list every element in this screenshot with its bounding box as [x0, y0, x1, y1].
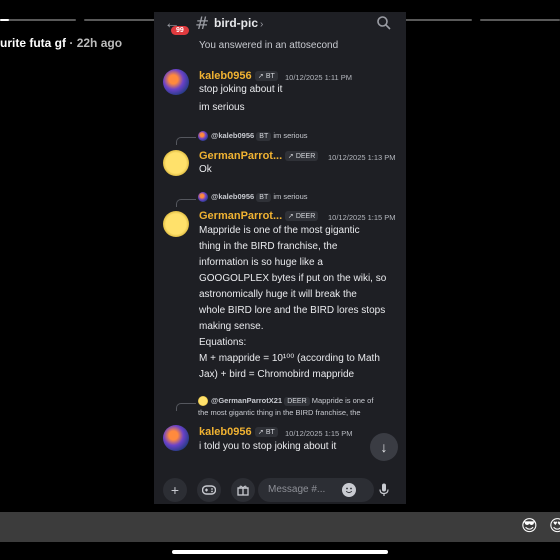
- message-body: Ok: [199, 164, 212, 175]
- story-progress-segment: [480, 19, 560, 21]
- scroll-down-button[interactable]: ↓: [370, 433, 398, 461]
- avatar[interactable]: [163, 150, 189, 176]
- story-progress-segment: [0, 19, 76, 21]
- chevron-right-icon: ›: [260, 19, 264, 30]
- message-author[interactable]: GermanParrot...: [199, 150, 282, 162]
- avatar[interactable]: [163, 425, 189, 451]
- story-progress-segment: [84, 19, 160, 21]
- reply-preview[interactable]: @kaleb0956 BT im serious: [198, 131, 308, 142]
- reply-connector: [176, 137, 196, 145]
- message-body: stop joking about it im serious: [199, 84, 283, 113]
- member-tag: ➚ DEER: [285, 211, 319, 221]
- reply-connector: [176, 403, 196, 411]
- message-timestamp: 10/12/2025 1:11 PM: [285, 73, 352, 82]
- channel-header: ← 99 # bird-pic ›: [154, 12, 406, 38]
- story-time: · 22h ago: [69, 36, 123, 50]
- notification-badge: 99: [171, 26, 189, 35]
- story-title[interactable]: urite futa gf: [0, 36, 66, 50]
- reaction-cool-icon[interactable]: 😎: [521, 516, 538, 535]
- message-author[interactable]: GermanParrot...: [199, 210, 282, 222]
- story-header[interactable]: urite futa gf · 22h ago: [0, 36, 122, 50]
- member-tag: ➚ DEER: [285, 151, 319, 161]
- member-tag: ➚ BT: [255, 427, 278, 437]
- hash-icon: #: [195, 14, 210, 34]
- message-timestamp: 10/12/2025 1:13 PM: [328, 153, 396, 162]
- chat-screenshot: ← 99 # bird-pic › You answered in an atto…: [154, 12, 406, 504]
- smile-icon[interactable]: [342, 483, 356, 497]
- reaction-heart-eyes-icon[interactable]: 😍: [549, 516, 560, 535]
- system-message: You answered in an attosecond: [199, 40, 339, 51]
- channel-name[interactable]: bird-pic ›: [214, 16, 263, 30]
- home-indicator[interactable]: [172, 550, 388, 554]
- message-timestamp: 10/12/2025 1:15 PM: [285, 429, 353, 438]
- member-tag: ➚ BT: [255, 71, 278, 81]
- reply-preview[interactable]: @GermanParrotX21 DEER Mappride is one of…: [198, 395, 373, 418]
- gamepad-icon[interactable]: [197, 478, 221, 502]
- reply-connector: [176, 199, 196, 207]
- story-progress-segment: [404, 19, 472, 21]
- avatar[interactable]: [163, 211, 189, 237]
- search-icon[interactable]: [376, 15, 392, 31]
- message-author[interactable]: kaleb0956: [199, 70, 252, 82]
- message-composer: + Message #...: [154, 476, 406, 504]
- gift-icon[interactable]: [231, 478, 255, 502]
- message-input[interactable]: Message #...: [258, 478, 374, 502]
- microphone-icon[interactable]: [372, 478, 396, 502]
- message-author[interactable]: kaleb0956: [199, 426, 252, 438]
- arrow-down-icon: ↓: [380, 439, 388, 455]
- avatar[interactable]: [163, 69, 189, 95]
- message-body: Mappride is one of the most gigantic thi…: [199, 225, 387, 380]
- story-reply-bar[interactable]: [0, 512, 560, 542]
- reply-preview[interactable]: @kaleb0956 BT im serious: [198, 192, 308, 203]
- plus-icon[interactable]: +: [163, 478, 187, 502]
- message-timestamp: 10/12/2025 1:15 PM: [328, 213, 396, 222]
